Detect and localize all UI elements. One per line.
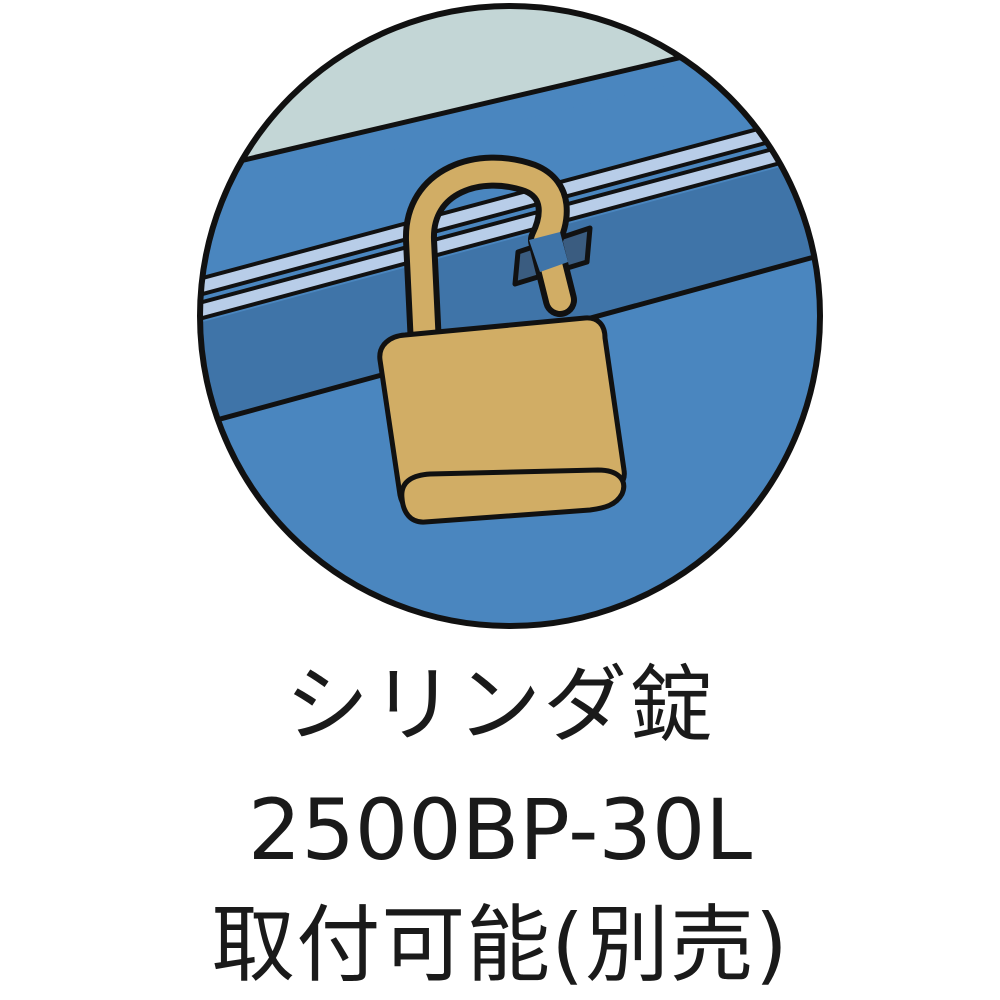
padlock-illustration (197, 3, 823, 629)
tool-box-surface (200, 6, 820, 626)
padlock-body (377, 315, 627, 525)
caption-line-installable: 取付可能(別売) (211, 896, 789, 994)
caption-line-cylinder-lock: シリンダ錠 (284, 656, 715, 754)
page: シリンダ錠 2500BP-30L 取付可能(別売) (0, 0, 1000, 1000)
caption-line-model-number: 2500BP-30L (247, 781, 753, 879)
